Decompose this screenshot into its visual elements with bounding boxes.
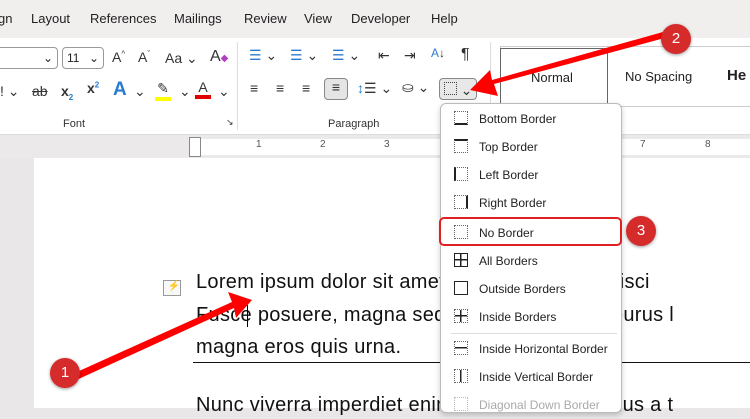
arrow-1: [68, 292, 252, 382]
annotation-badge-1: 1: [50, 358, 80, 388]
arrow-2: [470, 30, 672, 96]
annotation-badge-2: 2: [661, 24, 691, 54]
annotation-badge-3: 3: [626, 216, 656, 246]
annotation-arrows: [68, 30, 672, 382]
